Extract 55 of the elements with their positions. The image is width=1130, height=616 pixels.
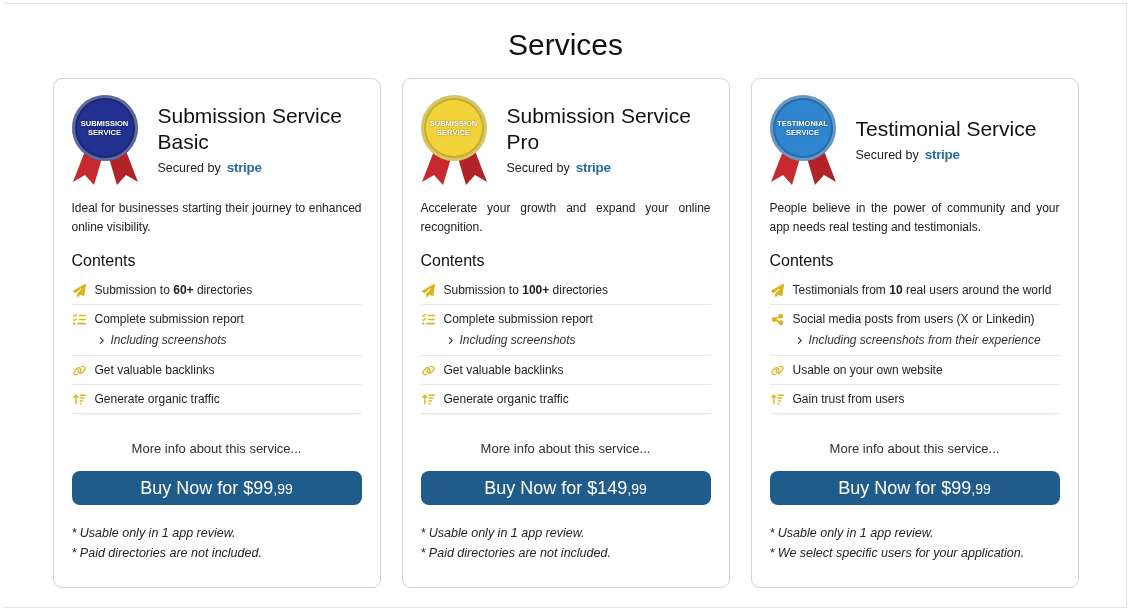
arrow-up-bars-icon <box>770 392 784 406</box>
more-info-link[interactable]: More info about this service... <box>131 441 302 456</box>
feature-text: Complete submission report <box>443 312 593 326</box>
page-title: Services <box>507 27 623 63</box>
checklist-icon <box>421 312 435 326</box>
link-icon <box>770 363 784 377</box>
service-description: Ideal for businesses starting their journey to enhanced online visibility. <box>71 200 362 236</box>
feature-detail: Including screenshots from their experience <box>808 333 1041 347</box>
feature-text: Submission to 60+ directories <box>94 283 253 297</box>
footnote: * Usable only in 1 app review. <box>769 525 935 542</box>
footnote: * Usable only in 1 app review. <box>71 525 237 542</box>
feature-text: Generate organic traffic <box>443 392 569 406</box>
feature-text: Get valuable backlinks <box>443 363 564 377</box>
more-info-link[interactable]: More info about this service... <box>829 441 1000 456</box>
arrow-up-bars-icon <box>421 392 435 406</box>
secured-by-label: Secured by <box>157 160 221 177</box>
feature-text: Get valuable backlinks <box>94 363 215 377</box>
footnote: * Usable only in 1 app review. <box>420 525 586 542</box>
buy-now-button[interactable]: Buy Now for $99,99 <box>71 471 362 505</box>
paper-plane-icon <box>770 283 784 297</box>
secured-by-label: Secured by <box>855 147 919 164</box>
secured-by-label: Secured by <box>506 160 570 177</box>
buy-now-button[interactable]: Buy Now for $149,99 <box>420 471 711 505</box>
paper-plane-icon <box>421 283 435 297</box>
service-title: Submission Service Pro <box>506 103 692 155</box>
buy-now-button[interactable]: Buy Now for $99,99 <box>769 471 1060 505</box>
share-icon <box>770 312 784 326</box>
logo-text: stripe <box>924 146 960 164</box>
feature-text: Complete submission report <box>94 312 244 326</box>
service-description: People believe in the power of community and your app needs real testing and testimonials. <box>769 200 1060 236</box>
link-icon <box>421 363 435 377</box>
footnote: * Paid directories are not included. <box>71 545 263 562</box>
feature-detail: Including screenshots <box>459 333 576 347</box>
logo-text: stripe <box>575 159 611 177</box>
footnote: * We select specific users for your application. <box>769 545 1026 562</box>
checklist-icon <box>72 312 86 326</box>
feature-text: Social media posts from users (X or Linkedin) <box>792 312 1035 326</box>
logo-text: stripe <box>226 159 262 177</box>
contents-heading: Contents <box>769 251 835 271</box>
service-title: Testimonial Service <box>855 116 1038 142</box>
service-description: Accelerate your growth and expand your online recognition. <box>420 200 711 236</box>
feature-detail: Including screenshots <box>110 333 227 347</box>
footnote: * Paid directories are not included. <box>420 545 612 562</box>
contents-heading: Contents <box>420 251 486 271</box>
feature-text: Usable on your own website <box>792 363 943 377</box>
more-info-link[interactable]: More info about this service... <box>480 441 651 456</box>
feature-text: Submission to 100+ directories <box>443 283 608 297</box>
paper-plane-icon <box>72 283 86 297</box>
contents-heading: Contents <box>71 251 137 271</box>
feature-text: Generate organic traffic <box>94 392 220 406</box>
arrow-up-bars-icon <box>72 392 86 406</box>
feature-text: Gain trust from users <box>792 392 905 406</box>
feature-text: Testimonials from 10 real users around the world <box>792 283 1052 297</box>
link-icon <box>72 363 86 377</box>
service-title: Submission Service Basic <box>157 103 343 155</box>
